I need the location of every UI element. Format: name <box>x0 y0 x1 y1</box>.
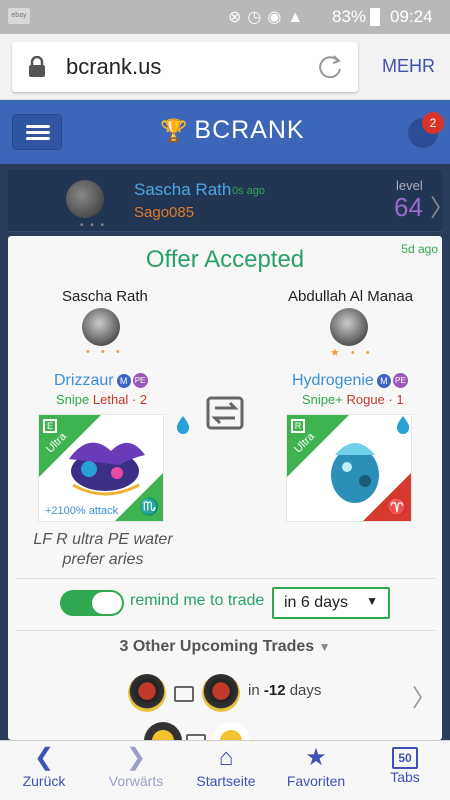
battery-percent: 83% <box>332 7 367 26</box>
avatar <box>66 180 104 218</box>
tabs-label: Tabs <box>390 769 420 785</box>
level-value: 64 <box>394 192 423 222</box>
water-element-icon <box>396 416 410 434</box>
left-stat-level: 2 <box>139 392 148 407</box>
remind-toggle[interactable] <box>60 590 124 616</box>
system-icons: ⊗◷◉▲ <box>228 9 310 26</box>
remind-interval-value: in 6 days <box>284 594 349 611</box>
avatar-dots: • • • <box>80 220 107 231</box>
left-dragon-card[interactable]: Ultra E ♏ +2100% attack <box>38 414 164 522</box>
status-bar: ebay ⊗◷◉▲ 83% 09:24 <box>0 0 450 34</box>
rarity-icon: R <box>291 419 305 433</box>
forward-button[interactable]: ❯ Vorwärts <box>96 741 176 800</box>
offer-card: 5d ago Offer Accepted Sascha Rath • • • … <box>8 236 442 740</box>
tabs-button[interactable]: 50 Tabs <box>370 741 440 800</box>
rarity-icon: E <box>43 419 57 433</box>
right-stat-rogue: Rogue <box>346 392 385 407</box>
attack-bonus: +2100% attack <box>45 505 119 517</box>
divider <box>16 578 436 579</box>
forward-label: Vorwärts <box>108 773 164 789</box>
right-player-rank: ★ • • <box>330 347 374 359</box>
user-name[interactable]: Sascha Rath <box>134 180 231 200</box>
trade-dragon-thumb <box>212 722 250 740</box>
pe-badge: PE <box>392 373 408 389</box>
ebay-notification-icon: ebay <box>8 8 30 24</box>
offer-note: LF R ultra PE water prefer aries <box>33 531 173 568</box>
scorpio-icon: ♏ <box>139 499 159 516</box>
trade-dragon-thumb <box>128 674 166 712</box>
right-player-avatar[interactable] <box>330 308 368 346</box>
reload-icon[interactable] <box>316 53 344 81</box>
trade-swap-icon <box>174 686 194 702</box>
back-label: Zurück <box>22 773 66 789</box>
pe-badge: PE <box>132 373 148 389</box>
user-row[interactable]: • • • Sascha Rath 0s ago Sago085 level 6… <box>8 170 450 232</box>
left-player-avatar[interactable] <box>82 308 120 346</box>
trade-swap-icon <box>206 396 244 430</box>
left-dragon-stats: Snipe Lethal · 2 <box>56 392 148 407</box>
back-button[interactable]: ❮ Zurück <box>8 741 80 800</box>
left-stat-snipe: Snipe <box>56 392 90 407</box>
right-dragon-label: Hydrogenie <box>292 372 374 389</box>
right-dragon-card[interactable]: Ultra R ♈ <box>286 414 412 522</box>
right-dragon-stats: Snipe+ Rogue · 1 <box>302 392 404 407</box>
tabs-count-icon: 50 <box>392 747 418 769</box>
browser-toolbar: bcrank.us MEHR <box>0 34 450 100</box>
caret-down-icon: ▼ <box>318 640 331 654</box>
favorites-label: Favoriten <box>286 773 346 789</box>
browser-bottom-nav: ❮ Zurück ❯ Vorwärts ⌂ Startseite ★ Favor… <box>0 740 450 800</box>
address-bar[interactable]: bcrank.us <box>12 42 358 92</box>
user-handle: Sago085 <box>134 204 195 221</box>
left-dragon-name[interactable]: Drizzaur M PE <box>54 372 148 390</box>
right-player-name[interactable]: Abdullah Al Manaa <box>288 288 413 305</box>
chevron-right-icon[interactable]: 〉 <box>430 188 450 223</box>
upcoming-trades-toggle[interactable]: 3 Other Upcoming Trades ▼ <box>8 638 442 656</box>
bookmark-star-icon: ★ <box>305 744 327 771</box>
battery-icon <box>370 8 380 26</box>
url-text: bcrank.us <box>66 54 162 79</box>
chevron-right-icon: ❯ <box>125 744 147 771</box>
notification-badge: 2 <box>422 112 444 134</box>
trade-when: in -12 days <box>248 682 322 699</box>
dropdown-arrow-icon: ▼ <box>366 594 378 608</box>
left-player-name[interactable]: Sascha Rath <box>62 288 148 305</box>
remind-interval-select[interactable]: in 6 days ▼ <box>272 587 390 619</box>
chevron-right-icon[interactable]: 〉 <box>412 678 436 713</box>
trophy-icon: 🏆 <box>160 118 189 143</box>
upcoming-trade-row[interactable] <box>8 722 442 740</box>
aries-icon: ♈ <box>387 499 407 516</box>
m-badge: M <box>116 373 131 388</box>
lock-icon <box>29 56 45 77</box>
divider <box>16 630 436 631</box>
right-stat-snipe: Snipe+ <box>302 392 343 407</box>
clock: 09:24 <box>390 7 433 26</box>
logo-text: BCRANK <box>194 116 305 144</box>
chevron-left-icon: ❮ <box>33 744 55 771</box>
trade-dragon-thumb <box>144 722 182 740</box>
right-stat-level: 1 <box>396 392 404 407</box>
upcoming-trade-row[interactable]: in -12 days 〉 <box>8 666 442 720</box>
m-badge: M <box>376 373 391 388</box>
left-stat-lethal: Lethal <box>92 392 129 407</box>
trade-dragon-thumb <box>202 674 240 712</box>
remind-label: remind me to trade <box>130 592 265 609</box>
home-icon: ⌂ <box>218 744 234 771</box>
hamburger-menu-button[interactable] <box>12 114 62 150</box>
home-button[interactable]: ⌂ Startseite <box>186 741 266 800</box>
home-label: Startseite <box>196 773 256 789</box>
favorites-button[interactable]: ★ Favoriten <box>276 741 356 800</box>
level-label: level <box>396 178 423 193</box>
more-menu-button[interactable]: MEHR <box>382 56 435 77</box>
app-header: 🏆 BCRANK <box>0 100 450 164</box>
left-player-dots: • • • <box>86 346 124 358</box>
offer-status-title: Offer Accepted <box>145 246 305 273</box>
right-dragon-name[interactable]: Hydrogenie M PE <box>292 372 408 390</box>
site-logo[interactable]: 🏆 BCRANK <box>160 116 305 145</box>
left-dragon-label: Drizzaur <box>54 372 114 389</box>
user-last-seen: 0s ago <box>232 185 266 197</box>
upcoming-trades-title: 3 Other Upcoming Trades <box>119 638 315 655</box>
water-element-icon <box>176 416 190 434</box>
